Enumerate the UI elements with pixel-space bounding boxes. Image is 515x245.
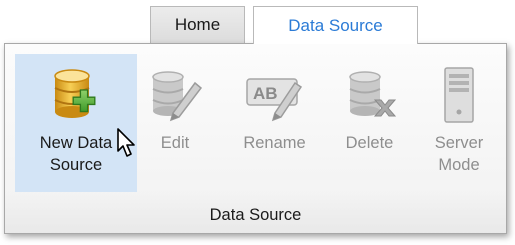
new-data-source-label: New Data Source [39,134,113,174]
server-mode-label: Server Mode [434,134,484,174]
new-data-source-button[interactable]: New Data Source [15,54,137,192]
rename-label: Rename [243,134,306,152]
tab-data-source-label: Data Source [288,15,383,35]
new-data-source-icon [46,66,106,124]
ribbon-control: Home Data Source New Data Source Edit AB… [0,0,515,245]
tab-home-label: Home [174,15,221,34]
tab-home[interactable]: Home [150,6,245,43]
rename-icon: AB [245,66,305,124]
delete-button[interactable]: Delete [332,54,407,192]
svg-text:AB: AB [253,84,278,103]
group-label-data-source: Data Source [209,206,302,224]
delete-label: Delete [345,134,394,152]
server-mode-icon [429,66,489,124]
server-mode-button[interactable]: Server Mode [417,54,501,192]
edit-label: Edit [160,134,190,152]
rename-button[interactable]: AB Rename [227,54,322,192]
edit-button[interactable]: Edit [145,54,205,192]
edit-icon [145,66,205,124]
ribbon-page-data-source: New Data Source Edit AB Rename Delete Se… [4,43,507,234]
tab-data-source[interactable]: Data Source [253,6,418,44]
delete-icon [340,66,400,124]
mouse-pointer-icon [116,127,138,164]
